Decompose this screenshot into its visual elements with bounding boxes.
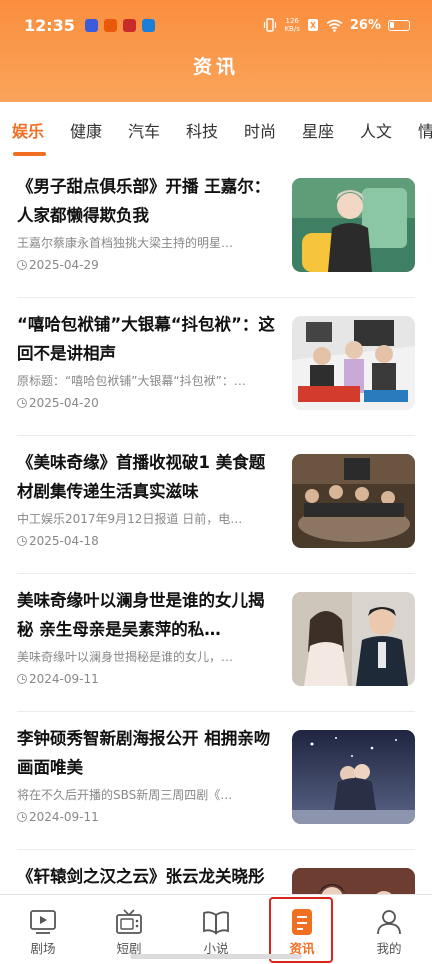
news-thumbnail <box>292 316 415 410</box>
clock-icon <box>17 674 27 684</box>
clock-icon <box>17 260 27 270</box>
news-date: 2025-04-20 <box>17 396 99 410</box>
news-date: 2025-04-18 <box>17 534 99 548</box>
active-tab-indicator <box>13 152 46 156</box>
tab-entertainment[interactable]: 娱乐 <box>12 118 44 142</box>
news-date: 2024-09-11 <box>17 672 99 686</box>
tab-health[interactable]: 健康 <box>70 118 102 142</box>
news-summary: 原标题：“嘻哈包袱铺”大银幕“抖包袱”：… <box>17 374 246 388</box>
net-speed-unit: KB/s <box>284 25 300 33</box>
nav-profile[interactable]: 我的 <box>346 895 432 957</box>
tab-tech[interactable]: 科技 <box>186 118 218 142</box>
status-time: 12:35 <box>24 15 75 35</box>
news-summary: 美味奇缘叶以澜身世揭秘是谁的女儿，… <box>17 650 234 664</box>
category-tabs: 娱乐 健康 汽车 科技 时尚 星座 人文 情 <box>0 102 432 158</box>
news-item[interactable]: 美味奇缘叶以澜身世是谁的女儿揭秘 亲生母亲是吴素萍的私… 美味奇缘叶以澜身世揭秘… <box>17 574 415 712</box>
news-thumbnail <box>292 592 415 686</box>
news-date-text: 2025-04-20 <box>29 396 99 410</box>
net-speed: 126 KB/s <box>284 17 299 33</box>
app-header: 12:35 126 KB/s 26% 资讯 <box>0 0 432 102</box>
status-right: 126 KB/s 26% <box>263 17 410 33</box>
nav-short-drama[interactable]: 短剧 <box>86 895 172 957</box>
tab-emotion[interactable]: 情 <box>418 118 432 142</box>
vibrate-icon <box>264 18 277 32</box>
play-screen-icon <box>30 910 56 934</box>
nav-novel[interactable]: 小说 <box>173 895 259 957</box>
nav-label: 剧场 <box>30 941 56 956</box>
news-title: 美味奇缘叶以澜身世是谁的女儿揭秘 亲生母亲是吴素萍的私… <box>17 591 265 639</box>
battery-percent: 26% <box>349 17 381 33</box>
status-left: 12:35 <box>24 16 155 35</box>
news-date: 2024-09-11 <box>17 810 99 824</box>
news-summary: 中工娱乐2017年9月12日报道 日前，电… <box>17 512 243 526</box>
page-title: 资讯 <box>192 56 239 78</box>
news-title: 李钟硕秀智新剧海报公开 相拥亲吻画面唯美 <box>17 729 271 777</box>
news-summary: 将在不久后开播的SBS新周三周四剧《… <box>17 788 233 802</box>
news-date-text: 2024-09-11 <box>29 672 99 686</box>
app-notification-icon <box>103 18 117 32</box>
news-thumbnail <box>292 178 415 272</box>
nfc-icon <box>307 19 318 31</box>
net-speed-value: 126 <box>285 17 299 25</box>
news-title: 《美味奇缘》首播收视破1 美食题材剧集传递生活真实滋味 <box>17 453 266 501</box>
news-thumbnail <box>292 454 415 548</box>
clock-icon <box>17 536 27 546</box>
nav-label: 我的 <box>376 941 402 956</box>
status-bar: 12:35 126 KB/s 26% <box>0 0 432 50</box>
news-summary: 王嘉尔蔡康永首档独挑大梁主持的明星… <box>17 236 234 250</box>
news-item[interactable]: 《美味奇缘》首播收视破1 美食题材剧集传递生活真实滋味 中工娱乐2017年9月1… <box>17 436 415 574</box>
alipay-icon <box>141 18 155 32</box>
user-icon <box>377 910 401 935</box>
app-notification-icon <box>122 18 136 32</box>
book-icon <box>203 911 229 935</box>
wifi-icon <box>326 19 343 32</box>
tab-auto[interactable]: 汽车 <box>128 118 160 142</box>
news-item[interactable]: 《男子甜点俱乐部》开播 王嘉尔：人家都懒得欺负我 王嘉尔蔡康永首档独挑大梁主持的… <box>17 160 415 298</box>
news-item[interactable]: 李钟硕秀智新剧海报公开 相拥亲吻画面唯美 将在不久后开播的SBS新周三周四剧《…… <box>17 712 415 850</box>
news-item[interactable]: “嘻哈包袱铺”大银幕“抖包袱”：这回不是讲相声 原标题：“嘻哈包袱铺”大银幕“抖… <box>17 298 415 436</box>
home-indicator[interactable] <box>130 954 302 959</box>
news-date-text: 2025-04-18 <box>29 534 99 548</box>
battery-icon <box>388 19 410 31</box>
tab-horoscope[interactable]: 星座 <box>302 118 334 142</box>
news-date: 2025-04-29 <box>17 258 99 272</box>
nav-theater[interactable]: 剧场 <box>0 895 86 957</box>
news-date-text: 2025-04-29 <box>29 258 99 272</box>
tab-culture[interactable]: 人文 <box>360 118 392 142</box>
news-thumbnail <box>292 730 415 824</box>
tab-fashion[interactable]: 时尚 <box>244 118 276 142</box>
news-title: “嘻哈包袱铺”大银幕“抖包袱”：这回不是讲相声 <box>17 315 275 363</box>
tv-icon <box>116 909 142 934</box>
app-notification-icon <box>84 18 98 32</box>
clock-icon <box>17 398 27 408</box>
news-date-text: 2024-09-11 <box>29 810 99 824</box>
news-title: 《男子甜点俱乐部》开播 王嘉尔：人家都懒得欺负我 <box>17 177 271 225</box>
clock-icon <box>17 812 27 822</box>
